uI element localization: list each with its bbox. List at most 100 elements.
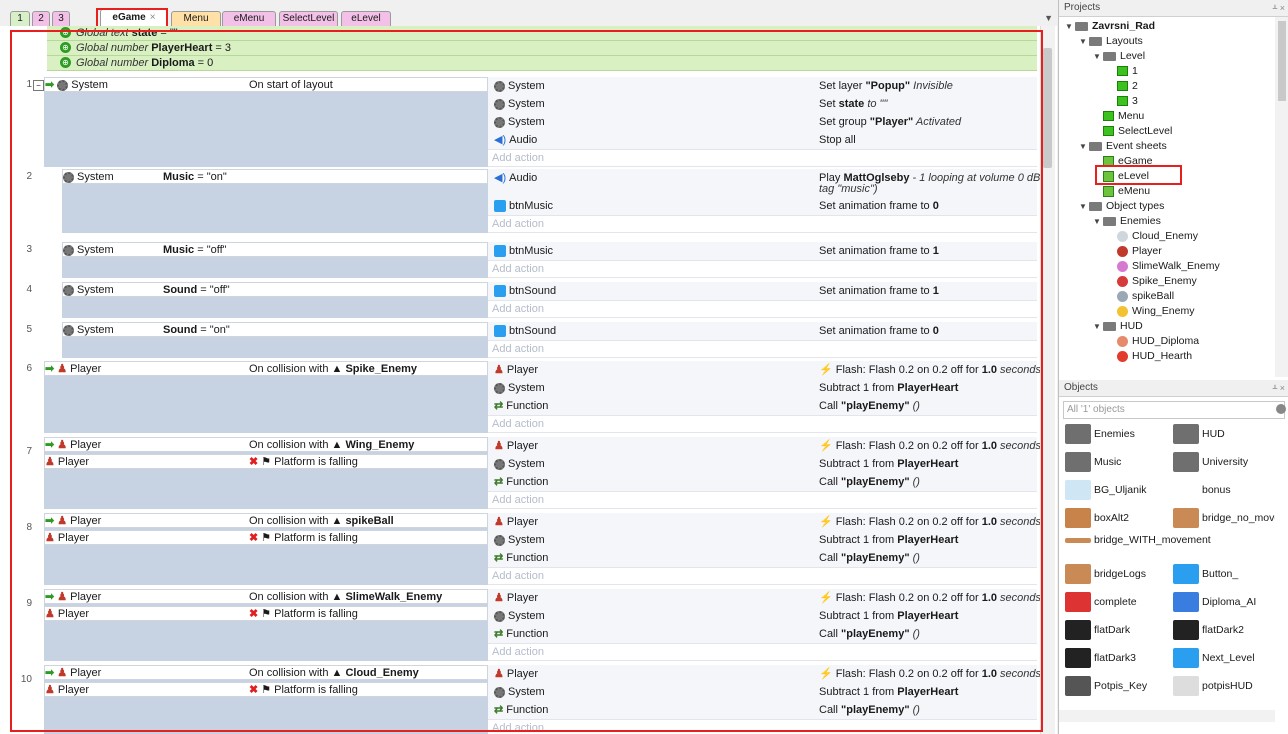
tree-item[interactable]: SelectLevel: [1093, 124, 1172, 139]
pin-icon[interactable]: ᚆ ×: [1273, 0, 1285, 16]
object-item[interactable]: Enemies: [1065, 420, 1135, 448]
condition-row[interactable]: System Sound = "off": [62, 282, 488, 297]
add-action-link[interactable]: Add action: [488, 149, 1037, 167]
tree-item[interactable]: SlimeWalk_Enemy: [1107, 259, 1220, 274]
chevron-down-icon[interactable]: ▼: [1093, 49, 1103, 64]
action-row[interactable]: ⇄ Function Call "playEnemy" (): [488, 549, 1037, 568]
tree-item[interactable]: ▼ Level: [1093, 49, 1145, 64]
object-item[interactable]: BG_Uljanik: [1065, 476, 1147, 504]
action-row[interactable]: ⇄ Function Call "playEnemy" (): [488, 625, 1037, 644]
condition-row[interactable]: System Sound = "on": [62, 322, 488, 337]
collapse-toggle[interactable]: −: [33, 80, 44, 91]
action-row[interactable]: System Set state to "": [488, 95, 1037, 114]
action-row[interactable]: btnMusic Set animation frame to 0: [488, 197, 1037, 216]
tree-item[interactable]: HUD_Diploma: [1107, 334, 1199, 349]
tab-egame[interactable]: eGame ×: [100, 9, 168, 27]
object-item[interactable]: bonus: [1173, 476, 1231, 504]
tree-item[interactable]: ▼ Enemies: [1093, 214, 1161, 229]
object-item[interactable]: bridgeLogs: [1065, 560, 1146, 588]
action-row[interactable]: System Subtract 1 from PlayerHeart: [488, 455, 1037, 474]
condition-row[interactable]: System Music = "on": [62, 169, 488, 184]
action-row[interactable]: System Subtract 1 from PlayerHeart: [488, 683, 1037, 702]
object-item[interactable]: flatDark: [1065, 616, 1130, 644]
condition-row[interactable]: ♟ Player ✖ ⚑ Platform is falling: [44, 682, 488, 697]
pin-icon[interactable]: ᚆ ×: [1273, 380, 1285, 396]
action-row[interactable]: System Set layer "Popup" Invisible: [488, 77, 1037, 96]
action-row[interactable]: System Subtract 1 from PlayerHeart: [488, 379, 1037, 398]
tree-item[interactable]: ▼ Object types: [1079, 199, 1164, 214]
chevron-down-icon[interactable]: ▼: [1093, 214, 1103, 229]
project-scrollbar[interactable]: [1275, 17, 1288, 377]
add-action-link[interactable]: Add action: [488, 491, 1037, 509]
action-row[interactable]: ◀) Audio Stop all: [488, 131, 1037, 150]
tree-item[interactable]: eGame: [1093, 154, 1152, 169]
add-action-link[interactable]: Add action: [488, 340, 1037, 358]
object-item[interactable]: boxAlt2: [1065, 504, 1129, 532]
condition-row[interactable]: ♟ Player ✖ ⚑ Platform is falling: [44, 606, 488, 621]
action-row[interactable]: btnMusic Set animation frame to 1: [488, 242, 1037, 261]
objects-search[interactable]: All '1' objects: [1063, 401, 1286, 419]
condition-row[interactable]: ➡ ♟ Player On collision with ▲ SlimeWalk_En…: [44, 589, 488, 604]
action-row[interactable]: ⇄ Function Call "playEnemy" (): [488, 473, 1037, 492]
event-sheet[interactable]: ⊕ Global text state = "" ⊕ Global number Pl…: [0, 26, 1057, 734]
chevron-down-icon[interactable]: ▼: [1079, 34, 1089, 49]
add-action-link[interactable]: Add action: [488, 300, 1037, 318]
object-item[interactable]: flatDark3: [1065, 644, 1136, 672]
add-action-link[interactable]: Add action: [488, 719, 1037, 734]
add-action-link[interactable]: Add action: [488, 215, 1037, 233]
object-item[interactable]: Next_Level: [1173, 644, 1255, 672]
action-row[interactable]: ♟ Player ⚡ Flash: Flash 0.2 on 0.2 off for…: [488, 665, 1041, 684]
action-row[interactable]: System Subtract 1 from PlayerHeart: [488, 607, 1037, 626]
action-row[interactable]: ⇄ Function Call "playEnemy" (): [488, 701, 1037, 720]
global-variable-row[interactable]: ⊕ Global number PlayerHeart = 3: [47, 41, 1037, 56]
action-row[interactable]: ♟ Player ⚡ Flash: Flash 0.2 on 0.2 off for…: [488, 437, 1041, 456]
action-row[interactable]: System Set group "Player" Activated: [488, 113, 1037, 132]
condition-row[interactable]: ➡ System On start of layout: [44, 77, 488, 92]
tree-item[interactable]: HUD_Hearth: [1107, 349, 1192, 364]
add-action-link[interactable]: Add action: [488, 415, 1037, 433]
global-variable-row[interactable]: ⊕ Global text state = "": [47, 26, 1037, 41]
action-row[interactable]: ◀) Audio Play MattOglseby - 1 looping at v…: [488, 169, 1047, 198]
object-item[interactable]: Button_: [1173, 560, 1238, 588]
global-variable-row[interactable]: ⊕ Global number Diploma = 0: [47, 56, 1037, 71]
condition-row[interactable]: ➡ ♟ Player On collision with ▲ Spike_Enemy: [44, 361, 488, 376]
add-action-link[interactable]: Add action: [488, 643, 1037, 661]
tree-item[interactable]: Cloud_Enemy: [1107, 229, 1198, 244]
tree-item[interactable]: 3: [1107, 94, 1138, 109]
chevron-down-icon[interactable]: ▼: [1079, 139, 1089, 154]
add-action-link[interactable]: Add action: [488, 260, 1037, 278]
tree-item[interactable]: eMenu: [1093, 184, 1150, 199]
condition-row[interactable]: ➡ ♟ Player On collision with ▲ Wing_Enemy: [44, 437, 488, 452]
object-item[interactable]: Music: [1065, 448, 1121, 476]
object-item[interactable]: complete: [1065, 588, 1137, 616]
object-item[interactable]: Potpis_Key: [1065, 672, 1147, 700]
tree-item[interactable]: ▼ Zavrsni_Rad: [1065, 19, 1155, 34]
tab-selectlevel[interactable]: SelectLevel: [279, 11, 338, 26]
action-row[interactable]: ♟ Player ⚡ Flash: Flash 0.2 on 0.2 off for…: [488, 513, 1041, 532]
chevron-down-icon[interactable]: ▼: [1079, 199, 1089, 214]
tree-item[interactable]: eLevel: [1093, 169, 1149, 184]
tab-2[interactable]: 2: [32, 11, 50, 26]
object-item[interactable]: flatDark2: [1173, 616, 1244, 644]
condition-row[interactable]: ♟ Player ✖ ⚑ Platform is falling: [44, 530, 488, 545]
tab-3[interactable]: 3: [52, 11, 70, 26]
chevron-down-icon[interactable]: ▼: [1065, 19, 1075, 34]
action-row[interactable]: btnSound Set animation frame to 1: [488, 282, 1037, 301]
tab-elevel[interactable]: eLevel: [341, 11, 391, 26]
tree-item[interactable]: Spike_Enemy: [1107, 274, 1197, 289]
search-icon[interactable]: [1276, 404, 1286, 414]
action-row[interactable]: ♟ Player ⚡ Flash: Flash 0.2 on 0.2 off for…: [488, 361, 1041, 380]
action-row[interactable]: ♟ Player ⚡ Flash: Flash 0.2 on 0.2 off for…: [488, 589, 1041, 608]
close-icon[interactable]: ×: [150, 12, 156, 23]
condition-row[interactable]: ➡ ♟ Player On collision with ▲ Cloud_Enemy: [44, 665, 488, 680]
tree-item[interactable]: Menu: [1093, 109, 1144, 124]
sheet-vertical-scrollbar[interactable]: [1040, 26, 1055, 734]
action-row[interactable]: System Subtract 1 from PlayerHeart: [488, 531, 1037, 550]
object-item[interactable]: potpisHUD: [1173, 672, 1253, 700]
chevron-down-icon[interactable]: ▼: [1093, 319, 1103, 334]
condition-row[interactable]: ♟ Player ✖ ⚑ Platform is falling: [44, 454, 488, 469]
condition-row[interactable]: ➡ ♟ Player On collision with ▲ spikeBall: [44, 513, 488, 528]
action-row[interactable]: ⇄ Function Call "playEnemy" (): [488, 397, 1037, 416]
object-item[interactable]: University: [1173, 448, 1248, 476]
condition-row[interactable]: System Music = "off": [62, 242, 488, 257]
